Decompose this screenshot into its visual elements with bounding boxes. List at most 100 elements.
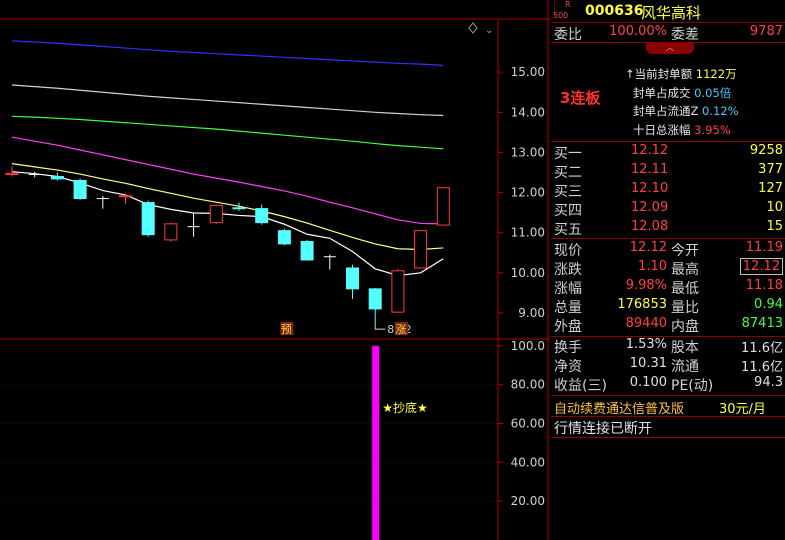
ad-price: 30元/月 [719,402,766,417]
fund-value: 11.6亿 [741,360,783,375]
y-tick-label: 14.00 [511,105,545,119]
y-tick-label: 12.00 [511,186,545,200]
fund-value: 0.100 [629,375,667,390]
seal-info-row: 封单占流通Z 0.12% [633,103,739,119]
candle-body [277,230,291,245]
quote-label: 量比 [671,300,699,316]
candle-body [391,270,405,313]
bid-price: 12.10 [631,181,669,196]
seal-info-value: 1122万 [695,67,737,81]
fund-label: PE(动) [671,378,714,394]
signal-label: ★抄底★ [382,400,428,415]
quote-row: 现价 12.12 今开 11.19 [551,240,785,259]
fund-value: 94.3 [754,375,783,390]
bid-volume: 9258 [749,143,783,158]
quote-row: 涨跌 1.10 最高 12.12 [551,258,785,278]
connection-status: 行情连接已断开 [554,421,652,437]
quote-label: 涨幅 [554,281,582,297]
quote-label: 总量 [554,300,582,316]
weicha-value: 9787 [749,24,783,39]
seal-info-row: ↑当前封单额 1122万 [625,66,737,82]
seal-info-value: 0.12% [702,104,739,118]
y-tick-label: 60.00 [511,416,545,430]
seal-info-row: 封单占成交 0.05倍 [633,85,731,101]
candle-body [50,175,64,180]
bid-volume: 127 [758,181,783,196]
seal-info-value: 3.95% [694,122,731,137]
quote-value: 9.98% [625,278,667,293]
candle-body [141,202,155,236]
bid-label: 买五 [554,222,582,238]
marker-0: 预 [281,323,292,336]
lianban-label: 3连板 [560,89,601,107]
quote-label: 最高 [671,262,699,278]
candle [300,239,314,261]
stock-code: 000636 [585,3,644,19]
fund-label: 换手 [554,340,582,356]
chevron-up-icon: ︿ [666,43,674,52]
weibi-row: 委比 100.00% 委差 9787 [551,24,785,43]
bid-price: 12.12 [631,143,669,158]
fund-value: 1.53% [625,337,667,352]
candle [277,228,291,246]
candle [209,204,223,224]
candle [73,178,87,200]
y-tick-label: 11.00 [511,226,545,240]
quote-value: 11.19 [745,240,783,255]
stock-header: R 500 000636 风华高科 [551,0,785,22]
status-row: 行情连接已断开 [551,418,785,437]
seal-info-label: 封单占成交 [633,85,695,100]
quote-value: 89440 [625,316,667,331]
candle-body [5,172,19,175]
r-mark: R [565,0,571,9]
seal-info-value: 0.05倍 [694,85,732,100]
candle [436,187,450,226]
quote-panel: R 500 000636 风华高科 委比 100.00% 委差 9787 ︿ 3… [551,0,785,540]
quote-label: 最低 [671,281,699,297]
stock-name: 风华高科 [641,4,702,22]
bid-price: 12.08 [631,219,669,234]
fund-row: 换手 1.53% 股本 11.6亿 [551,337,785,356]
bid-row: 买四 12.09 10 [551,200,785,219]
candle [414,230,428,269]
quote-value: 12.12 [739,258,783,275]
candle-body [255,208,269,224]
weibi-label: 委比 [554,27,582,43]
quote-value: 87413 [741,316,783,331]
bid-volume: 377 [758,162,783,177]
y-tick-label: 100.0 [511,339,545,353]
candle-body [368,288,382,310]
bid-price: 12.11 [631,162,669,177]
fund-row: 净资 10.31 流通 11.6亿 [551,356,785,375]
candle-body [232,207,246,210]
fund-label: 收益(三) [554,378,607,394]
quote-value: 0.94 [754,297,783,312]
collapse-button[interactable]: ︿ [646,42,694,54]
candle-body [164,223,178,241]
candle [164,222,178,242]
candle-body [436,187,450,226]
bid-row: 买二 12.11 377 [551,162,785,181]
y-tick-label: 13.00 [511,145,545,159]
fund-value: 11.6亿 [741,341,783,356]
y-tick-label: 80.00 [511,378,545,392]
quote-row: 涨幅 9.98% 最低 11.18 [551,278,785,297]
fund-label: 净资 [554,359,582,375]
ad-row[interactable]: 自动续费通达信普及版 30元/月 [551,398,785,417]
y-tick-label: 9.00 [518,306,545,320]
bid-label: 买四 [554,203,582,219]
y-tick-label: 15.00 [511,65,545,79]
quote-label: 外盘 [554,319,582,335]
candle-body [300,240,314,261]
quote-row: 总量 176853 量比 0.94 [551,297,785,316]
candle-body [414,230,428,269]
bid-label: 买三 [554,184,582,200]
bid-row: 买三 12.10 127 [551,181,785,200]
seal-info-row: 十日总涨幅 3.95% [633,122,731,138]
y-tick-label: 20.00 [511,494,545,508]
candle-body [209,204,223,224]
fund-label: 流通 [671,359,699,375]
fund-row: 收益(三) 0.100 PE(动) 94.3 [551,375,785,394]
signal-bar [372,345,380,540]
candle-body [346,267,359,290]
